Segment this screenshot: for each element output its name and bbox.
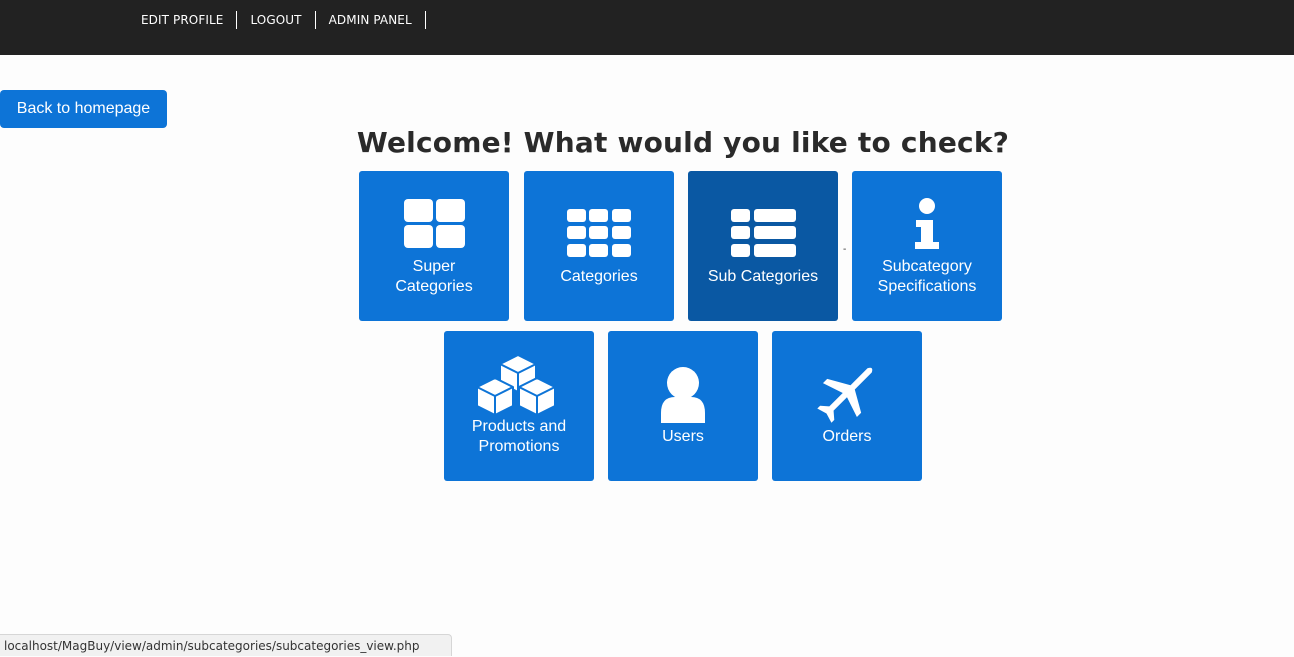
tile-products-and-promotions[interactable]: Products and Promotions bbox=[444, 331, 594, 481]
plane-icon bbox=[817, 367, 873, 423]
list-icon bbox=[731, 209, 796, 257]
tile-label: Products and Promotions bbox=[471, 418, 567, 455]
tile-super-categories[interactable]: Super Categories bbox=[359, 171, 509, 321]
tile-label: Subcategory Specifications bbox=[877, 258, 977, 295]
back-to-homepage-button[interactable]: Back to homepage bbox=[0, 90, 167, 128]
tile-label: Super Categories bbox=[395, 258, 473, 295]
grid-large-icon bbox=[404, 199, 465, 248]
info-icon bbox=[915, 198, 939, 249]
logout-link[interactable]: LOGOUT bbox=[237, 11, 316, 29]
tile-users[interactable]: Users bbox=[608, 331, 758, 481]
user-icon bbox=[661, 367, 705, 423]
tile-subcategory-specifications[interactable]: Subcategory Specifications bbox=[852, 171, 1002, 321]
tile-label: Orders bbox=[822, 428, 872, 445]
browser-status-url: localhost/MagBuy/view/admin/subcategorie… bbox=[0, 634, 452, 656]
tile-label: Sub Categories bbox=[707, 268, 819, 285]
top-navbar: EDIT PROFILE LOGOUT ADMIN PANEL bbox=[0, 0, 1294, 55]
nav-links: EDIT PROFILE LOGOUT ADMIN PANEL bbox=[128, 11, 426, 29]
admin-panel-link[interactable]: ADMIN PANEL bbox=[316, 11, 426, 29]
tile-label: Users bbox=[662, 428, 704, 445]
tile-categories[interactable]: Categories bbox=[524, 171, 674, 321]
tile-label: Categories bbox=[560, 268, 638, 285]
cubes-icon bbox=[476, 354, 556, 416]
grid-small-icon bbox=[567, 209, 631, 257]
tile-orders[interactable]: Orders bbox=[772, 331, 922, 481]
stray-dash: - bbox=[843, 244, 847, 255]
edit-profile-link[interactable]: EDIT PROFILE bbox=[128, 11, 238, 29]
tile-sub-categories[interactable]: Sub Categories bbox=[688, 171, 838, 321]
page-title: Welcome! What would you like to check? bbox=[356, 126, 1010, 159]
